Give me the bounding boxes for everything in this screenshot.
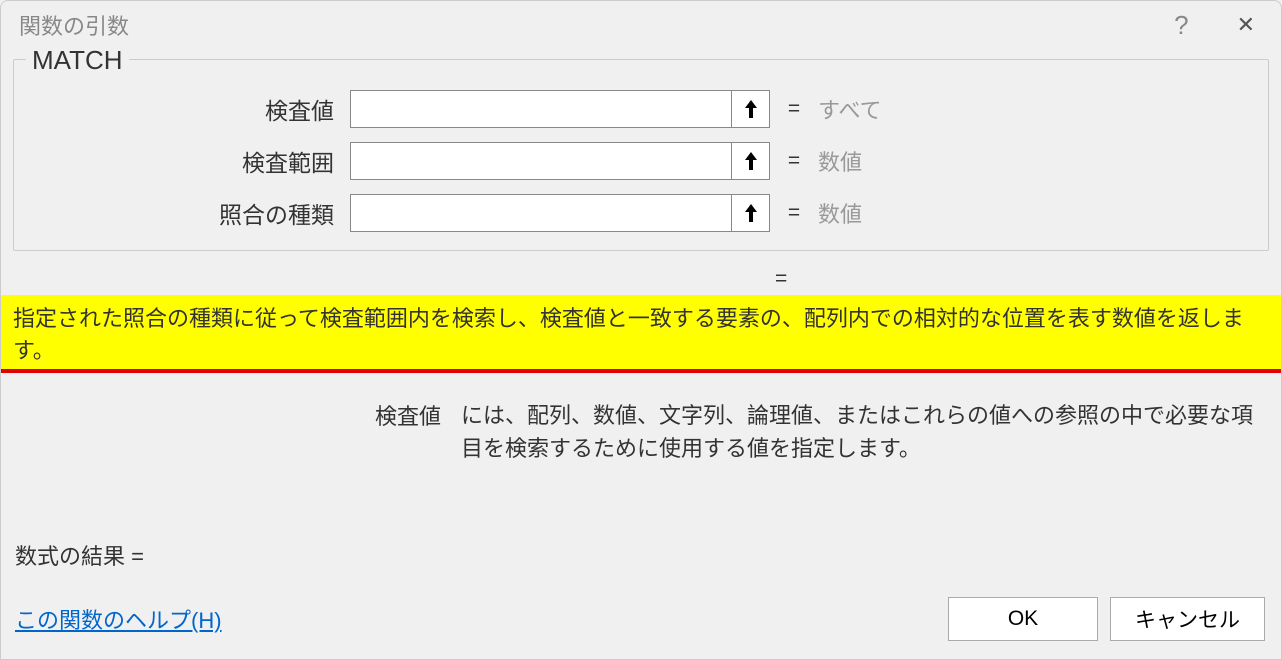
arg-row-match-type: 照合の種類 = 数値: [34, 194, 1248, 232]
equals-sign: =: [786, 201, 802, 225]
help-icon[interactable]: ?: [1174, 10, 1188, 41]
arrow-up-icon: [742, 150, 760, 172]
button-group: OK キャンセル: [948, 597, 1265, 641]
arrow-up-icon: [742, 98, 760, 120]
lookup-value-input[interactable]: [351, 91, 731, 127]
lookup-array-input[interactable]: [351, 143, 731, 179]
arg-label: 検査値: [34, 92, 334, 126]
formula-result-label: 数式の結果 =: [13, 531, 1269, 591]
arg-desc-text: には、配列、数値、文字列、論理値、またはこれらの値への参照の中で必要な項目を検索…: [461, 399, 1257, 465]
help-link[interactable]: この関数のヘルプ(H): [15, 603, 222, 635]
arg-hint: 数値: [818, 145, 862, 177]
arrow-up-icon: [742, 202, 760, 224]
dialog-content: MATCH 検査値 = すべて 検査範囲: [1, 49, 1281, 659]
dialog-footer: この関数のヘルプ(H) OK キャンセル: [13, 591, 1269, 647]
match-type-input[interactable]: [351, 195, 731, 231]
arg-desc-label: 検査値: [375, 399, 441, 465]
arg-input-wrapper: [350, 142, 770, 180]
arg-hint: すべて: [818, 93, 882, 125]
function-name: MATCH: [26, 45, 129, 76]
arg-label: 検査範囲: [34, 144, 334, 178]
titlebar: 関数の引数 ? ✕: [1, 1, 1281, 49]
arg-label: 照合の種類: [34, 196, 334, 230]
arg-hint: 数値: [818, 197, 862, 229]
equals-sign: =: [786, 97, 802, 121]
ref-select-button[interactable]: [731, 143, 769, 179]
function-arguments-dialog: 関数の引数 ? ✕ MATCH 検査値 = すべて: [0, 0, 1282, 660]
close-icon[interactable]: ✕: [1229, 8, 1263, 42]
titlebar-controls: ? ✕: [1174, 8, 1263, 42]
ref-select-button[interactable]: [731, 91, 769, 127]
arg-row-lookup-array: 検査範囲 = 数値: [34, 142, 1248, 180]
function-description: 指定された照合の種類に従って検査範囲内を検索し、検査値と一致する要素の、配列内で…: [1, 295, 1281, 373]
spacer: [13, 465, 1269, 531]
arg-row-lookup-value: 検査値 = すべて: [34, 90, 1248, 128]
result-equals: =: [775, 267, 787, 291]
equals-sign: =: [786, 149, 802, 173]
arg-input-wrapper: [350, 90, 770, 128]
result-row: =: [13, 261, 1269, 295]
match-group: MATCH 検査値 = すべて 検査範囲: [13, 59, 1269, 251]
dialog-title: 関数の引数: [19, 9, 129, 41]
arg-input-wrapper: [350, 194, 770, 232]
argument-description: 検査値 には、配列、数値、文字列、論理値、またはこれらの値への参照の中で必要な項…: [13, 381, 1269, 465]
ok-button[interactable]: OK: [948, 597, 1098, 641]
cancel-button[interactable]: キャンセル: [1110, 597, 1265, 641]
ref-select-button[interactable]: [731, 195, 769, 231]
